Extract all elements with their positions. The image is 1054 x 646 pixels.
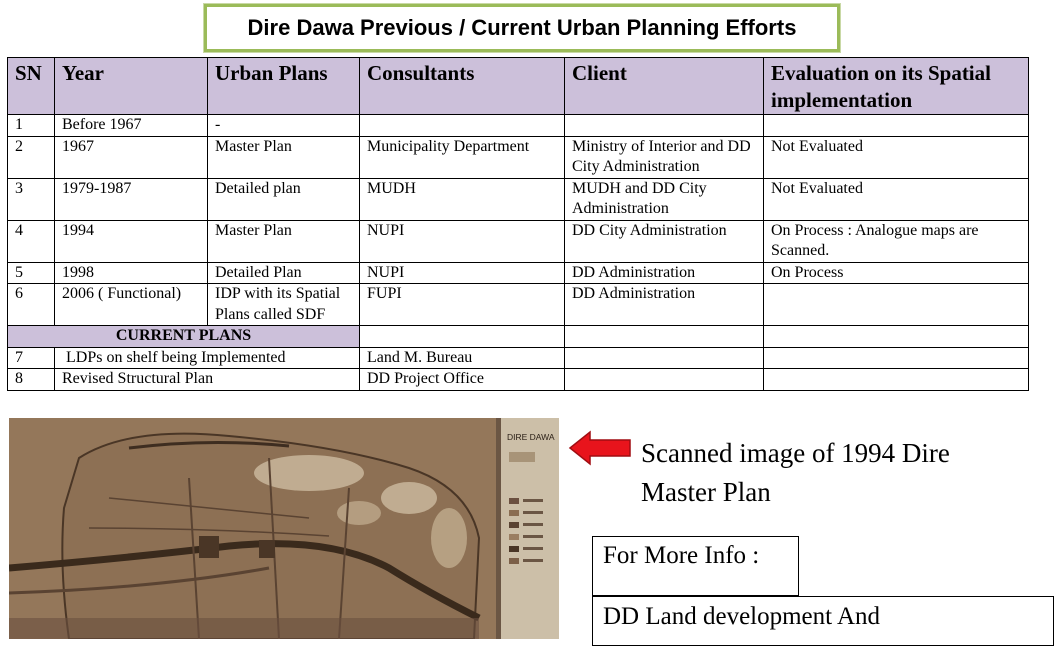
cell-sn: 2 bbox=[7, 135, 55, 179]
cell-item: Revised Structural Plan bbox=[54, 368, 360, 391]
cell-plan: Master Plan bbox=[207, 219, 360, 263]
page-title: Dire Dawa Previous / Current Urban Plann… bbox=[247, 15, 797, 40]
more-info-label: For More Info : bbox=[603, 542, 760, 569]
more-info-box: For More Info : bbox=[592, 536, 799, 596]
title-box: Dire Dawa Previous / Current Urban Plann… bbox=[203, 3, 841, 53]
header-client: Client bbox=[564, 57, 764, 115]
cell-empty bbox=[564, 368, 764, 391]
cell-empty bbox=[564, 325, 764, 348]
header-urban-plans: Urban Plans bbox=[207, 57, 360, 115]
cell-consultant: FUPI bbox=[359, 283, 565, 326]
cell-year: 1979-1987 bbox=[54, 177, 208, 221]
cell-plan: Master Plan bbox=[207, 135, 360, 179]
cell-consultant: MUDH bbox=[359, 177, 565, 221]
cell-plan: IDP with its Spatial Plans called SDF bbox=[207, 283, 360, 326]
cell-sn: 3 bbox=[7, 177, 55, 221]
cell-client: DD Administration bbox=[564, 261, 764, 284]
map-legend-title: DIRE DAWA bbox=[507, 432, 555, 442]
cell-item-text: LDPs on shelf being Implemented bbox=[66, 348, 286, 366]
cell-empty bbox=[359, 325, 565, 348]
cell-year: 1994 bbox=[54, 219, 208, 263]
cell-consultant bbox=[359, 114, 565, 137]
cell-plan: - bbox=[207, 114, 360, 137]
header-year: Year bbox=[54, 57, 208, 115]
left-arrow-icon bbox=[568, 430, 631, 466]
cell-client: DD City Administration bbox=[564, 219, 764, 263]
cell-sn: 6 bbox=[7, 283, 55, 326]
cell-consultant: Land M. Bureau bbox=[359, 346, 565, 369]
cell-sn: 1 bbox=[7, 114, 55, 137]
cell-year: Before 1967 bbox=[54, 114, 208, 137]
map-caption: Scanned image of 1994 Dire Master Plan bbox=[641, 438, 950, 507]
table-row: 6 2006 ( Functional) IDP with its Spatia… bbox=[7, 283, 1029, 326]
map-illustration: DIRE DAWA bbox=[9, 418, 559, 639]
cell-year: 1967 bbox=[54, 135, 208, 179]
cell-year: 1998 bbox=[54, 261, 208, 284]
scanned-master-plan-image: DIRE DAWA bbox=[9, 418, 559, 639]
cell-evaluation: On Process bbox=[763, 261, 1029, 284]
cell-client: MUDH and DD City Administration bbox=[564, 177, 764, 221]
cell-evaluation: On Process : Analogue maps are Scanned. bbox=[763, 219, 1029, 263]
cell-client: DD Administration bbox=[564, 283, 764, 326]
cell-evaluation: Not Evaluated bbox=[763, 135, 1029, 179]
cell-plan: Detailed plan bbox=[207, 177, 360, 221]
table-row: 2 1967 Master Plan Municipality Departme… bbox=[7, 135, 1029, 179]
cell-empty bbox=[763, 346, 1029, 369]
table-row: 3 1979-1987 Detailed plan MUDH MUDH and … bbox=[7, 177, 1029, 221]
department-text: DD Land development And bbox=[603, 603, 881, 630]
cell-sn: 5 bbox=[7, 261, 55, 284]
cell-consultant: DD Project Office bbox=[359, 368, 565, 391]
header-sn: SN bbox=[7, 57, 55, 115]
cell-client: Ministry of Interior and DD City Adminis… bbox=[564, 135, 764, 179]
cell-consultant: NUPI bbox=[359, 261, 565, 284]
cell-plan: Detailed Plan bbox=[207, 261, 360, 284]
table-row: 8 Revised Structural Plan DD Project Off… bbox=[7, 368, 1029, 391]
cell-empty bbox=[763, 325, 1029, 348]
table-row: 7 LDPs on shelf being Implemented Land M… bbox=[7, 346, 1029, 369]
current-plans-row: CURRENT PLANS bbox=[7, 325, 1029, 348]
planning-table: SN Year Urban Plans Consultants Client E… bbox=[7, 57, 1029, 391]
cell-client bbox=[564, 114, 764, 137]
table-row: 5 1998 Detailed Plan NUPI DD Administrat… bbox=[7, 261, 1029, 284]
header-row: SN Year Urban Plans Consultants Client E… bbox=[7, 57, 1029, 115]
cell-empty bbox=[564, 346, 764, 369]
cell-sn: 8 bbox=[7, 368, 55, 391]
cell-evaluation bbox=[763, 114, 1029, 137]
table-row: 1 Before 1967 - bbox=[7, 114, 1029, 137]
header-evaluation: Evaluation on its Spatial implementation bbox=[763, 57, 1029, 115]
cell-empty bbox=[763, 368, 1029, 391]
cell-sn: 7 bbox=[7, 346, 55, 369]
cell-evaluation bbox=[763, 283, 1029, 326]
current-plans-label: CURRENT PLANS bbox=[7, 325, 360, 348]
table-row: 4 1994 Master Plan NUPI DD City Administ… bbox=[7, 219, 1029, 263]
cell-sn: 4 bbox=[7, 219, 55, 263]
cell-evaluation: Not Evaluated bbox=[763, 177, 1029, 221]
cell-consultant: Municipality Department bbox=[359, 135, 565, 179]
cell-year: 2006 ( Functional) bbox=[54, 283, 208, 326]
header-consultants: Consultants bbox=[359, 57, 565, 115]
cell-item: LDPs on shelf being Implemented bbox=[54, 346, 360, 369]
cell-consultant: NUPI bbox=[359, 219, 565, 263]
